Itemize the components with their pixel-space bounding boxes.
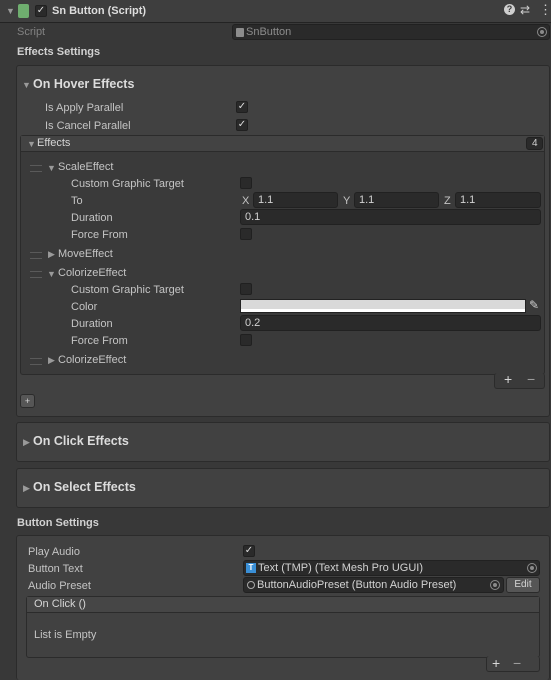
color-field[interactable] [240,299,526,313]
foldout-arrow-icon[interactable]: ▼ [47,269,56,279]
scale-effect-title[interactable]: ScaleEffect [58,161,113,173]
audio-preset-field[interactable]: ButtonAudioPreset (Button Audio Preset) [243,577,504,593]
component-header: ▼ ✓ Sn Button (Script) ? ⇄ ⋮ [0,0,551,23]
object-picker-icon[interactable] [527,563,537,573]
presets-icon[interactable]: ⇄ [520,3,530,17]
component-title: Sn Button (Script) [52,5,147,17]
is-cancel-parallel-checkbox[interactable]: ✓ [236,119,248,131]
foldout-arrow-icon[interactable]: ▶ [23,483,30,494]
is-apply-parallel-checkbox[interactable]: ✓ [236,101,248,113]
move-effect-title[interactable]: MoveEffect [58,248,113,260]
drag-handle-icon[interactable] [30,358,42,365]
custom-graphic-target-checkbox[interactable] [240,283,252,295]
foldout-arrow-icon[interactable]: ▶ [23,437,30,448]
text-mesh-pro-icon: T [246,563,256,573]
kebab-menu-icon[interactable]: ⋮ [539,2,551,18]
is-cancel-parallel-label: Is Cancel Parallel [45,120,131,132]
duration-label: Duration [71,212,113,224]
x-field[interactable]: 1.1 [253,192,338,208]
custom-graphic-target-label: Custom Graphic Target [71,178,184,190]
force-from-label: Force From [71,335,128,347]
color-label: Color [71,301,98,313]
list-empty-text: List is Empty [34,629,97,641]
script-icon [18,4,29,18]
remove-event-button[interactable]: − [513,655,521,671]
eyedropper-icon[interactable]: ✎ [529,298,539,312]
object-picker-icon[interactable] [537,27,547,37]
force-from-checkbox[interactable] [240,334,252,346]
to-label: To [71,195,83,207]
custom-graphic-target-checkbox[interactable] [240,177,252,189]
audio-preset-label: Audio Preset [28,580,91,592]
x-label: X [242,195,250,207]
enabled-checkbox[interactable]: ✓ [35,5,47,17]
effects-settings-heading: Effects Settings [17,46,101,58]
z-field[interactable]: 1.1 [455,192,541,208]
on-click-event-header [27,597,539,613]
force-from-checkbox[interactable] [240,228,252,240]
drag-handle-icon[interactable] [30,165,42,172]
effects-label[interactable]: Effects [37,137,70,149]
foldout-arrow-icon[interactable]: ▼ [47,163,56,173]
y-field[interactable]: 1.1 [354,192,439,208]
add-effect-button[interactable]: + [504,371,512,387]
help-icon[interactable]: ? [504,4,515,15]
colorize-effect-title[interactable]: ColorizeEffect [58,354,126,366]
edit-button[interactable]: Edit [506,577,540,593]
foldout-arrow-icon[interactable]: ▶ [48,249,55,260]
script-field: SnButton [232,24,550,40]
on-hover-effects-title[interactable]: On Hover Effects [33,77,134,91]
custom-graphic-target-label: Custom Graphic Target [71,284,184,296]
on-select-effects-title[interactable]: On Select Effects [33,480,136,494]
on-click-event-title: On Click () [34,598,86,610]
audio-preset-icon [247,581,255,589]
y-label: Y [343,195,351,207]
button-settings-heading: Button Settings [17,517,99,529]
play-audio-label: Play Audio [28,546,80,558]
duration-field[interactable]: 0.2 [240,315,541,331]
button-text-value: Text (TMP) (Text Mesh Pro UGUI) [258,562,424,574]
z-label: Z [444,195,451,207]
foldout-arrow-icon[interactable]: ▶ [48,355,55,366]
button-text-label: Button Text [28,563,83,575]
remove-effect-button[interactable]: − [527,371,535,387]
colorize-effect-title[interactable]: ColorizeEffect [58,267,126,279]
object-picker-icon[interactable] [490,580,500,590]
drag-handle-icon[interactable] [30,271,42,278]
effects-count[interactable]: 4 [526,137,543,150]
script-icon [236,28,244,37]
duration-label: Duration [71,318,113,330]
on-click-effects-title[interactable]: On Click Effects [33,434,129,448]
small-add-button[interactable]: + [20,394,35,408]
add-event-button[interactable]: + [492,655,500,671]
audio-preset-value: ButtonAudioPreset (Button Audio Preset) [257,579,457,591]
duration-field[interactable]: 0.1 [240,209,541,225]
button-text-field[interactable]: T Text (TMP) (Text Mesh Pro UGUI) [243,560,540,576]
foldout-arrow-icon[interactable]: ▼ [27,139,36,149]
effects-list-header[interactable] [21,136,544,152]
script-value: SnButton [246,26,292,38]
is-apply-parallel-label: Is Apply Parallel [45,102,124,114]
effects-list-footer [494,373,545,389]
foldout-arrow-icon[interactable]: ▼ [6,6,15,16]
play-audio-checkbox[interactable]: ✓ [243,545,255,557]
force-from-label: Force From [71,229,128,241]
foldout-arrow-icon[interactable]: ▼ [22,80,31,90]
drag-handle-icon[interactable] [30,252,42,259]
script-label: Script [17,26,46,38]
